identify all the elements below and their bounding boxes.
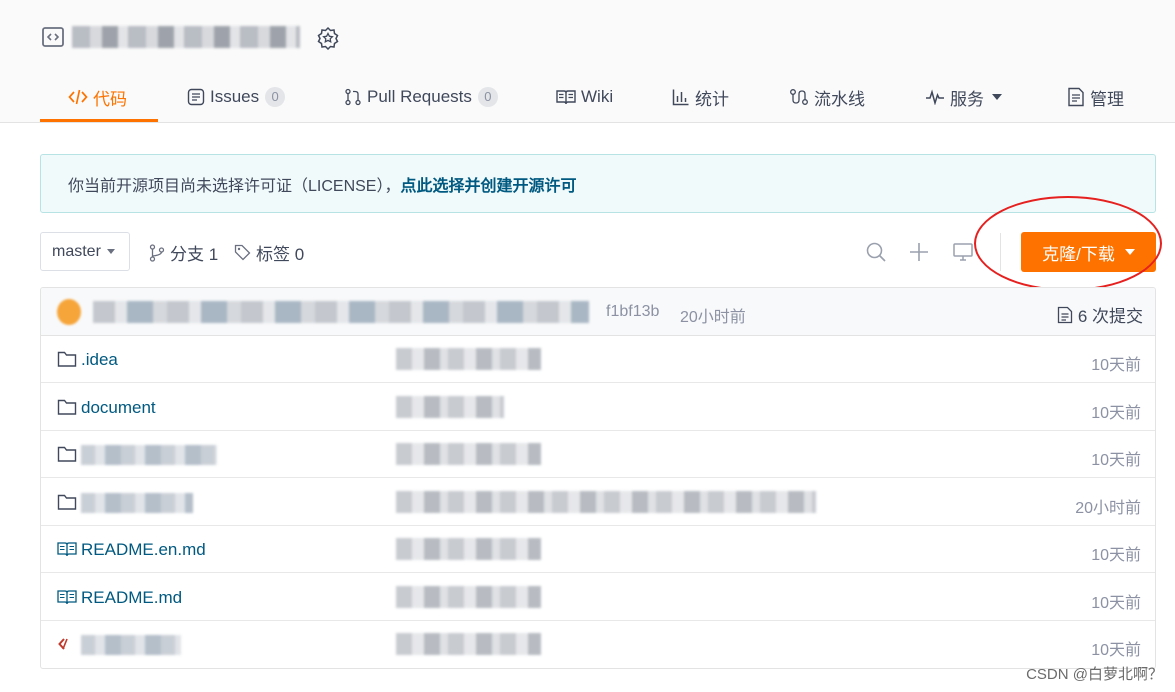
tab-services[interactable]: 服务 (925, 72, 1002, 122)
readme-book-icon (57, 542, 77, 557)
file-list: f1bf13b 20小时前 6 次提交 .idea 10天前 document … (40, 287, 1156, 669)
award-badge-icon[interactable] (316, 26, 340, 50)
commit-time: 20小时前 (680, 309, 746, 326)
license-notice-text: 你当前开源项目尚未选择许可证（LICENSE）， (68, 177, 401, 195)
file-time: 10天前 (1091, 595, 1141, 612)
table-row[interactable]: 10天前 (41, 621, 1155, 668)
table-row[interactable]: .idea 10天前 (41, 336, 1155, 383)
chevron-down-icon (106, 249, 115, 254)
tab-statistics[interactable]: 统计 (672, 72, 729, 122)
tab-pull-requests-label: Pull Requests (367, 87, 472, 106)
file-time: 10天前 (1091, 642, 1141, 659)
commit-count-label: 6 次提交 (1077, 307, 1143, 326)
add-file-icon[interactable] (908, 241, 930, 263)
pulse-icon (926, 89, 944, 105)
table-row[interactable]: 10天前 (41, 431, 1155, 478)
table-row[interactable]: README.en.md 10天前 (41, 526, 1155, 573)
tab-manage[interactable]: 管理 (1067, 72, 1124, 122)
create-license-link[interactable]: 点此选择并创建开源许可 (400, 172, 576, 196)
tab-services-label: 服务 (950, 89, 984, 109)
file-time: 10天前 (1091, 405, 1141, 422)
file-name[interactable]: README.en.md (81, 540, 206, 560)
tab-issues[interactable]: Issues 0 (187, 72, 286, 122)
book-icon (556, 90, 576, 105)
folder-icon (57, 446, 77, 462)
tab-pull-requests[interactable]: Pull Requests 0 (344, 72, 498, 122)
manage-icon (1068, 87, 1084, 107)
tag-icon (234, 244, 251, 261)
file-time: 10天前 (1091, 547, 1141, 564)
tab-code-label: 代码 (93, 89, 127, 109)
tab-pipeline-label: 流水线 (814, 89, 865, 109)
active-tab-indicator (40, 119, 158, 122)
web-ide-icon[interactable] (952, 241, 974, 263)
file-time: 10天前 (1091, 357, 1141, 374)
license-notice: 你当前开源项目尚未选择许可证（LICENSE）， 点此选择并创建开源许可 (40, 154, 1156, 213)
commit-count-link[interactable]: 6 次提交 (1057, 302, 1143, 327)
pull-requests-count-badge: 0 (477, 87, 498, 107)
branches-label: 分支 1 (170, 245, 219, 264)
branch-icon (149, 243, 165, 262)
tab-manage-label: 管理 (1090, 89, 1124, 109)
tab-wiki-label: Wiki (581, 87, 614, 106)
readme-book-icon (57, 590, 77, 605)
code-icon (68, 89, 88, 105)
repo-title-blurred[interactable] (72, 26, 300, 48)
file-time: 10天前 (1091, 452, 1141, 469)
table-row[interactable]: 20小时前 (41, 479, 1155, 526)
file-commit-message-blurred[interactable] (396, 538, 541, 560)
file-name-blurred[interactable] (81, 445, 217, 465)
folder-icon (57, 351, 77, 367)
chevron-down-icon (992, 94, 1002, 100)
branches-link[interactable]: 分支 1 (149, 240, 218, 265)
repo-header: 代码 Issues 0 Pull Requests 0 Wiki 统计 流水线 … (0, 0, 1175, 123)
bar-chart-icon (672, 89, 689, 106)
latest-commit-row: f1bf13b 20小时前 6 次提交 (41, 288, 1155, 336)
file-commit-message-blurred[interactable] (396, 491, 816, 513)
file-commit-message-blurred[interactable] (396, 586, 541, 608)
avatar[interactable] (57, 299, 81, 325)
file-commit-message-blurred[interactable] (396, 633, 541, 655)
watermark: CSDN @白萝北啊？ (1026, 666, 1163, 683)
code-file-icon (58, 638, 68, 650)
file-time: 20小时前 (1075, 500, 1141, 517)
file-commit-message-blurred[interactable] (396, 396, 504, 418)
search-icon[interactable] (865, 241, 887, 263)
tab-statistics-label: 统计 (695, 89, 729, 109)
folder-icon (57, 399, 77, 415)
annotation-circle (974, 196, 1162, 291)
tab-code[interactable]: 代码 (68, 72, 127, 122)
commit-message-blurred[interactable] (93, 301, 589, 323)
tags-label: 标签 0 (256, 245, 305, 264)
table-row[interactable]: README.md 10天前 (41, 574, 1155, 621)
file-name[interactable]: README.md (81, 588, 182, 608)
table-row[interactable]: document 10天前 (41, 384, 1155, 431)
repo-tabs: 代码 Issues 0 Pull Requests 0 Wiki 统计 流水线 … (0, 72, 1175, 122)
repo-code-icon (42, 27, 64, 47)
issues-count-badge: 0 (265, 87, 286, 107)
issues-icon (187, 88, 205, 106)
pull-request-icon (345, 88, 361, 106)
commits-icon (1057, 306, 1072, 323)
tab-issues-label: Issues (210, 87, 260, 106)
folder-icon (57, 494, 77, 510)
branch-select[interactable]: master (40, 232, 130, 271)
file-name-blurred[interactable] (81, 635, 181, 655)
file-name[interactable]: document (81, 398, 156, 418)
file-commit-message-blurred[interactable] (396, 348, 541, 370)
file-commit-message-blurred[interactable] (396, 443, 541, 465)
branch-select-value: master (52, 242, 101, 260)
tab-wiki[interactable]: Wiki (556, 72, 613, 122)
tab-pipeline[interactable]: 流水线 (789, 72, 865, 122)
file-name-blurred[interactable] (81, 493, 193, 513)
commit-hash[interactable]: f1bf13b (606, 303, 659, 321)
file-name[interactable]: .idea (81, 350, 118, 370)
pipeline-icon (790, 89, 808, 105)
tags-link[interactable]: 标签 0 (234, 240, 304, 265)
